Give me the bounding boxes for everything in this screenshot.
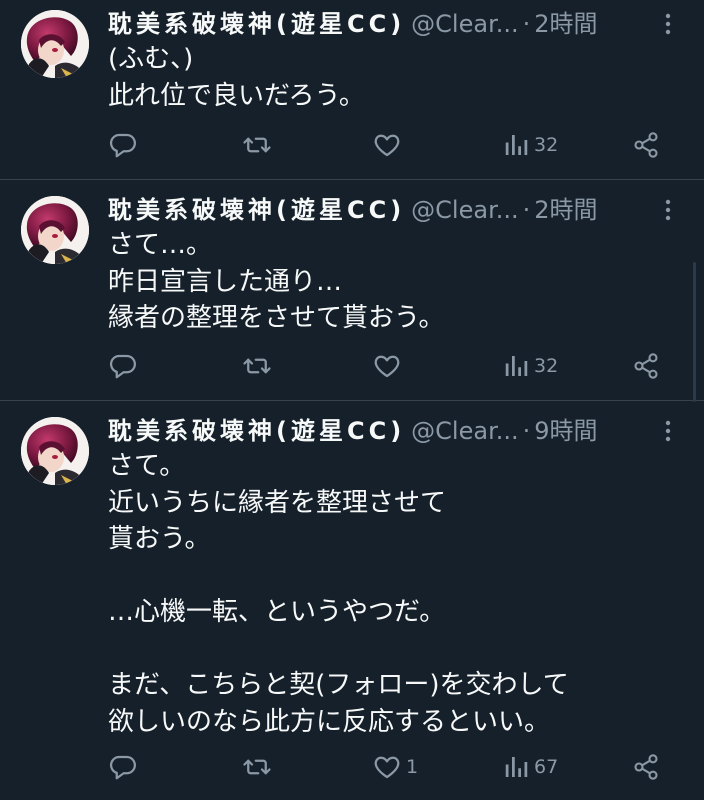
user-handle[interactable]: @Clear... — [411, 7, 518, 41]
retweet-button[interactable] — [242, 351, 276, 381]
tweet-actions: 32 — [108, 130, 668, 160]
views-count: 32 — [534, 355, 559, 377]
heart-icon — [372, 351, 402, 381]
more-icon[interactable] — [656, 414, 680, 448]
heart-icon — [372, 130, 402, 160]
more-icon[interactable] — [656, 7, 680, 41]
more-icon[interactable] — [656, 193, 680, 227]
reply-button[interactable] — [108, 130, 142, 160]
reply-icon — [108, 752, 138, 782]
views-icon — [504, 351, 530, 381]
reply-icon — [108, 130, 138, 160]
retweet-button[interactable] — [242, 752, 276, 782]
like-button[interactable] — [372, 130, 406, 160]
user-handle[interactable]: @Clear... — [411, 414, 518, 448]
user-handle[interactable]: @Clear... — [411, 193, 518, 227]
like-button[interactable] — [372, 351, 406, 381]
avatar-image — [21, 417, 89, 485]
retweet-icon — [242, 752, 272, 782]
separator-dot: · — [522, 196, 531, 224]
tweet-actions: 32 — [108, 351, 668, 381]
timestamp[interactable]: 2時間 — [534, 7, 597, 41]
separator-dot: · — [522, 10, 531, 38]
views-button[interactable]: 32 — [504, 351, 558, 381]
avatar-image — [21, 10, 89, 78]
tweet-text: さて。 近いうちに縁者を整理させて 貰おう。 …心機一転、というやつだ。 まだ、… — [108, 451, 569, 737]
views-icon — [504, 752, 530, 782]
tweet[interactable]: 耽美系破壊神(遊星CC) @Clear... · 2時間 (ふむ、) 此れ位で良… — [0, 0, 704, 180]
share-button[interactable] — [632, 130, 660, 160]
tweet-header: 耽美系破壊神(遊星CC) @Clear... · 9時間 — [108, 414, 680, 448]
tweet-header: 耽美系破壊神(遊星CC) @Clear... · 2時間 — [108, 193, 680, 227]
reply-button[interactable] — [108, 351, 142, 381]
share-icon — [632, 130, 660, 160]
display-name[interactable]: 耽美系破壊神(遊星CC) — [108, 193, 405, 227]
views-count: 67 — [534, 756, 559, 778]
retweet-button[interactable] — [242, 130, 276, 160]
separator-dot: · — [522, 417, 531, 445]
views-count: 32 — [534, 134, 559, 156]
avatar-image — [21, 196, 89, 264]
share-icon — [632, 752, 660, 782]
like-count: 1 — [406, 756, 419, 778]
timestamp[interactable]: 9時間 — [534, 414, 597, 448]
timestamp[interactable]: 2時間 — [534, 193, 597, 227]
avatar[interactable] — [21, 417, 89, 485]
retweet-icon — [242, 130, 272, 160]
tweet[interactable]: 耽美系破壊神(遊星CC) @Clear... · 2時間 さて…。 昨日宣言した… — [0, 180, 704, 401]
avatar[interactable] — [21, 10, 89, 78]
tweet[interactable]: 耽美系破壊神(遊星CC) @Clear... · 9時間 さて。 近いうちに縁者… — [0, 401, 704, 800]
tweet-header: 耽美系破壊神(遊星CC) @Clear... · 2時間 — [108, 7, 680, 41]
reply-button[interactable] — [108, 752, 142, 782]
display-name[interactable]: 耽美系破壊神(遊星CC) — [108, 7, 405, 41]
share-button[interactable] — [632, 752, 660, 782]
tweet-actions: 1 67 — [108, 752, 668, 782]
views-button[interactable]: 67 — [504, 752, 558, 782]
reply-icon — [108, 351, 138, 381]
tweet-text: さて…。 昨日宣言した通り… 縁者の整理をさせて貰おう。 — [108, 230, 445, 333]
scrollbar[interactable] — [693, 262, 696, 402]
share-icon — [632, 351, 660, 381]
like-button[interactable]: 1 — [372, 752, 418, 782]
views-button[interactable]: 32 — [504, 130, 558, 160]
avatar[interactable] — [21, 196, 89, 264]
display-name[interactable]: 耽美系破壊神(遊星CC) — [108, 414, 405, 448]
share-button[interactable] — [632, 351, 660, 381]
retweet-icon — [242, 351, 272, 381]
heart-icon — [372, 752, 402, 782]
views-icon — [504, 130, 530, 160]
tweet-text: (ふむ、) 此れ位で良いだろう。 — [108, 44, 365, 111]
